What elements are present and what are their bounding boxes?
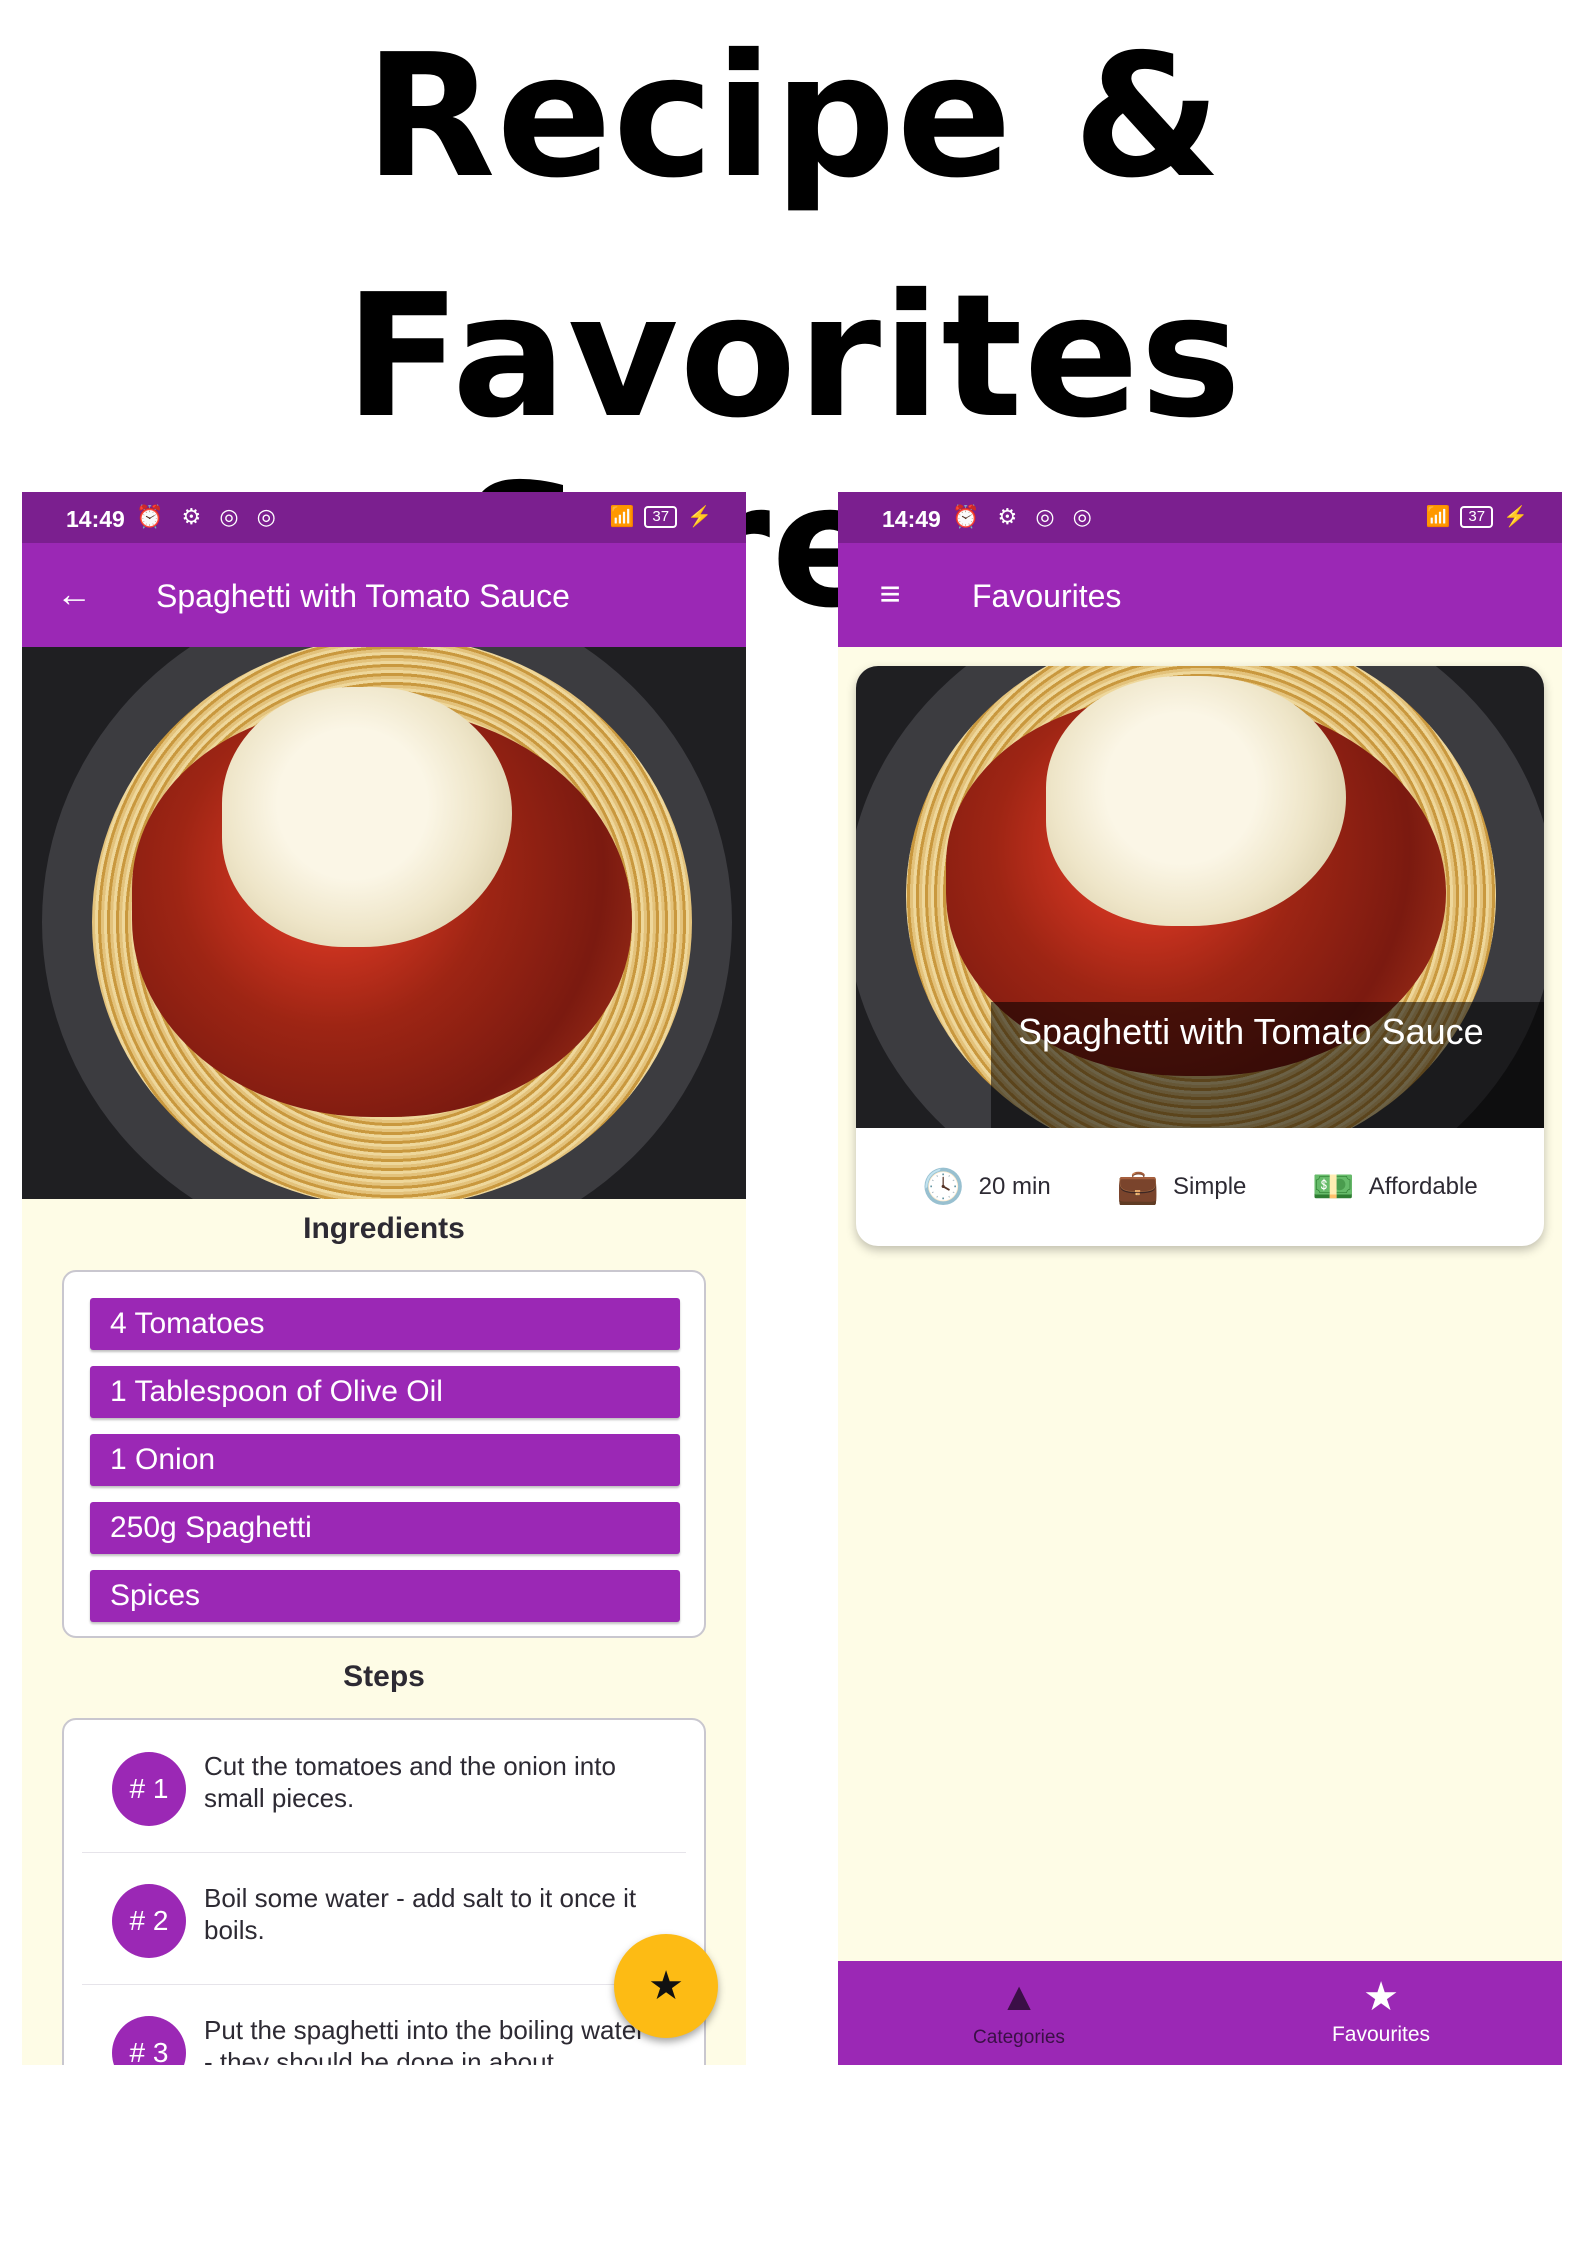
ingredient-item: Spices — [90, 1570, 680, 1622]
wifi-icon: 📶 — [609, 506, 635, 528]
step-number-badge: # 2 — [112, 1884, 186, 1958]
money-icon: 💵 — [1312, 1168, 1355, 1206]
clock-icon: 🕓 — [922, 1168, 965, 1206]
status-notification-icons: ⏰ ⚙ ◎ ◎ — [952, 504, 1098, 529]
step-text: Put the spaghetti into the boiling water… — [204, 2015, 645, 2065]
steps-title: Steps — [343, 1660, 425, 1693]
step-row: # 3 Put the spaghetti into the boiling w… — [82, 1984, 686, 2065]
page-title: Spaghetti with Tomato Sauce — [156, 578, 570, 614]
meal-title-overlay: Spaghetti with Tomato Sauce — [991, 1002, 1544, 1128]
step-number-badge: # 3 — [112, 2016, 186, 2065]
ingredient-item: 1 Onion — [90, 1434, 680, 1486]
step-text: Boil some water - add salt to it once it… — [204, 1883, 637, 1945]
status-bar: 14:49 ⏰ ⚙ ◎ ◎ 📶 37 ⚡ — [22, 492, 746, 543]
battery-icon: 37 — [1460, 505, 1494, 528]
status-time: 14:49 — [882, 506, 941, 532]
status-system-icons: 📶 37 ⚡ — [609, 504, 712, 529]
charging-icon: ⚡ — [687, 506, 712, 528]
favourite-fab-button[interactable]: ★ — [614, 1934, 718, 2038]
meta-affordability: 💵 Affordable — [1312, 1170, 1477, 1204]
bottom-navigation: ▲ Categories ★ Favourites — [838, 1961, 1562, 2065]
app-bar: ← Spaghetti with Tomato Sauce — [22, 543, 746, 647]
meal-card-image: Spaghetti with Tomato Sauce — [856, 666, 1544, 1128]
nav-favourites[interactable]: ★ Favourites — [1200, 1961, 1562, 2065]
status-bar: 14:49 ⏰ ⚙ ◎ ◎ 📶 37 ⚡ — [838, 492, 1562, 543]
star-icon: ★ — [1363, 1975, 1399, 2019]
ingredients-title: Ingredients — [303, 1212, 465, 1245]
back-arrow-icon[interactable]: ← — [52, 573, 96, 615]
meta-duration: 🕓 20 min — [922, 1170, 1050, 1204]
step-row: # 1 Cut the tomatoes and the onion into … — [82, 1720, 686, 1853]
meal-title: Spaghetti with Tomato Sauce — [1018, 1011, 1484, 1052]
nav-categories-label: Categories — [973, 2027, 1065, 2048]
wifi-icon: 📶 — [1425, 506, 1451, 528]
recipe-detail-screen: 14:49 ⏰ ⚙ ◎ ◎ 📶 37 ⚡ ← Spaghetti with To… — [22, 492, 746, 2065]
recipe-image — [22, 647, 746, 1199]
steps-list[interactable]: # 1 Cut the tomatoes and the onion into … — [62, 1718, 706, 2065]
step-text: Cut the tomatoes and the onion into smal… — [204, 1751, 616, 1813]
menu-icon[interactable]: ≡ — [868, 573, 912, 615]
status-notification-icons: ⏰ ⚙ ◎ ◎ — [136, 504, 282, 529]
nav-favourites-label: Favourites — [1331, 2023, 1431, 2046]
star-icon: ★ — [648, 1964, 684, 2008]
ingredient-item: 4 Tomatoes — [90, 1298, 680, 1350]
charging-icon: ⚡ — [1503, 506, 1528, 528]
app-bar: ≡ Favourites — [838, 543, 1562, 647]
meal-card[interactable]: Spaghetti with Tomato Sauce 🕓 20 min 💼 S… — [856, 666, 1544, 1246]
briefcase-icon: 💼 — [1116, 1168, 1160, 1206]
meal-meta-row: 🕓 20 min 💼 Simple 💵 Affordable — [856, 1128, 1544, 1246]
status-system-icons: 📶 37 ⚡ — [1425, 504, 1528, 529]
step-number-badge: # 1 — [112, 1752, 186, 1826]
page-title: Favourites — [972, 578, 1122, 614]
ingredient-item: 1 Tablespoon of Olive Oil — [90, 1366, 680, 1418]
ingredient-item: 250g Spaghetti — [90, 1502, 680, 1554]
ingredients-list: 4 Tomatoes 1 Tablespoon of Olive Oil 1 O… — [62, 1270, 706, 1638]
nav-categories[interactable]: ▲ Categories — [838, 1961, 1200, 2065]
shapes-icon: ▲ — [999, 1975, 1039, 2019]
duration-label: 20 min — [978, 1173, 1051, 1200]
step-row: # 2 Boil some water - add salt to it onc… — [82, 1852, 686, 1985]
headline-line1: Recipe & — [364, 18, 1223, 216]
meta-complexity: 💼 Simple — [1117, 1170, 1247, 1204]
favourites-screen: 14:49 ⏰ ⚙ ◎ ◎ 📶 37 ⚡ ≡ Favourites Spaghe… — [838, 492, 1562, 2065]
affordability-label: Affordable — [1368, 1173, 1478, 1200]
complexity-label: Simple — [1173, 1173, 1247, 1200]
battery-icon: 37 — [644, 505, 678, 528]
status-time: 14:49 — [66, 506, 125, 532]
